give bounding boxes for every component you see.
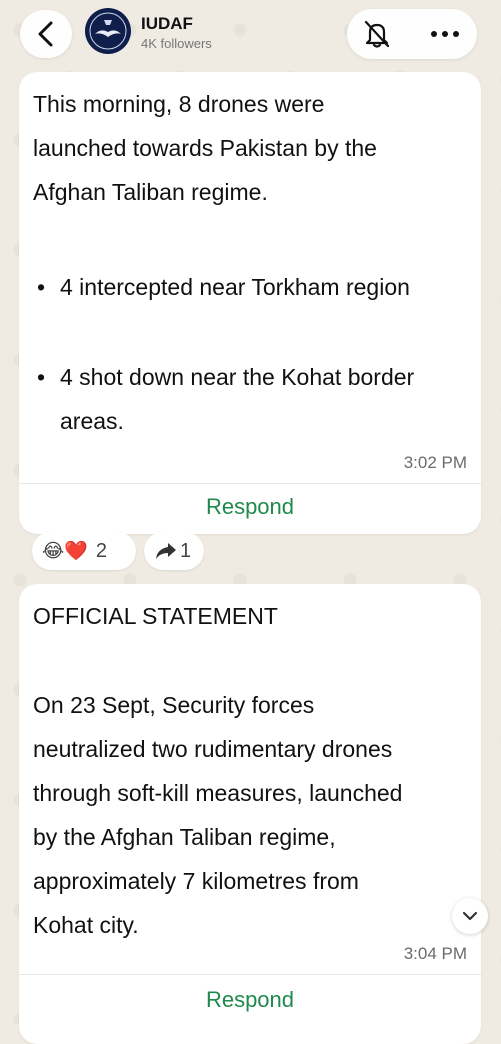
chevron-down-icon <box>462 911 478 921</box>
bullet-dot: • <box>37 364 46 390</box>
message-intro-line: launched towards Pakistan by the <box>33 135 377 161</box>
bell-off-icon <box>364 20 390 48</box>
channel-name[interactable]: IUDAF <box>141 14 193 34</box>
scroll-down-button[interactable] <box>452 898 488 934</box>
divider <box>19 483 481 484</box>
reaction-count: 2 <box>95 539 107 562</box>
bullet-dot: • <box>37 274 46 300</box>
follower-count: 4K followers <box>141 36 212 51</box>
channel-avatar[interactable] <box>85 8 131 54</box>
message-body-line: through soft-kill measures, launched <box>33 780 403 806</box>
message-heading: OFFICIAL STATEMENT <box>33 603 278 629</box>
respond-button[interactable]: Respond <box>19 494 481 520</box>
more-options-button[interactable] <box>427 19 463 49</box>
reactions-pill[interactable]: 😂❤️ 2 <box>32 532 136 570</box>
channel-logo-icon <box>86 9 130 53</box>
message-card[interactable]: This morning, 8 drones were launched tow… <box>19 72 481 534</box>
message-card[interactable]: OFFICIAL STATEMENT On 23 Sept, Security … <box>19 584 481 1044</box>
bullet-text: 4 shot down near the Kohat border areas. <box>60 364 415 434</box>
chevron-left-icon <box>38 21 53 47</box>
message-intro-line: Afghan Taliban regime. <box>33 179 268 205</box>
message-body-line: Kohat city. <box>33 912 139 938</box>
forward-count: 1 <box>180 539 192 562</box>
mute-button[interactable] <box>361 19 393 49</box>
respond-button[interactable]: Respond <box>19 987 481 1013</box>
bullet-text: 4 intercepted near Torkham region <box>60 274 410 300</box>
message-timestamp: 3:02 PM <box>403 453 467 472</box>
forwards-pill[interactable]: 1 <box>144 532 204 570</box>
divider <box>19 974 481 975</box>
back-button[interactable] <box>20 10 72 58</box>
message-timestamp: 3:04 PM <box>403 944 467 963</box>
more-dots-icon <box>431 31 459 37</box>
header-actions <box>347 9 477 59</box>
message-body-line: by the Afghan Taliban regime, <box>33 824 336 850</box>
message-body-line: approximately 7 kilometres from <box>33 868 359 894</box>
message-body-line: On 23 Sept, Security forces <box>33 692 315 718</box>
message-intro-line: This morning, 8 drones were <box>33 91 325 117</box>
forward-arrow-icon <box>156 543 176 559</box>
reaction-emojis: 😂❤️ <box>42 541 88 562</box>
message-body-line: neutralized two rudimentary drones <box>33 736 393 762</box>
